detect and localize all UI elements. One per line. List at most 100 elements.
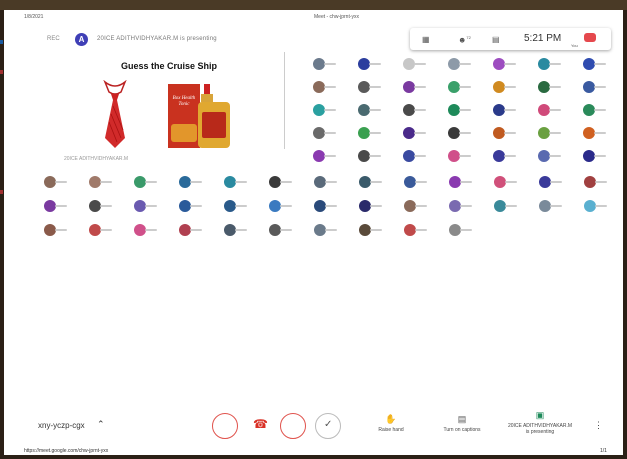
participant-tile[interactable]: [538, 104, 564, 118]
present-button[interactable]: ▣ 20ICE ADITHVIDHYAKAR.M is presenting: [500, 410, 580, 435]
participant-tile[interactable]: [314, 200, 340, 214]
participant-tile[interactable]: [179, 224, 205, 238]
grid-layout-icon[interactable]: ▦: [422, 35, 430, 44]
participant-tile[interactable]: [179, 176, 205, 190]
participant-tile[interactable]: [583, 127, 609, 141]
participant-tile[interactable]: [539, 200, 565, 214]
participant-tile[interactable]: [134, 176, 160, 190]
participant-tile[interactable]: [224, 224, 250, 238]
participant-name-bar: [459, 132, 471, 134]
participant-name-bar: [235, 181, 247, 183]
participant-tile[interactable]: [538, 150, 564, 164]
participant-tile[interactable]: [134, 200, 160, 214]
participant-tile[interactable]: [134, 224, 160, 238]
product-box-label: Box Health Tonic: [172, 96, 196, 107]
people-icon[interactable]: ☻72: [458, 35, 471, 45]
participant-tile[interactable]: [224, 176, 250, 190]
participant-tile[interactable]: [269, 176, 295, 190]
participant-tile[interactable]: [449, 200, 475, 214]
participant-tile[interactable]: [314, 176, 340, 190]
reaction-icon[interactable]: [584, 33, 596, 42]
participant-tile[interactable]: [493, 58, 519, 72]
bottle-cap: [204, 84, 210, 94]
participant-name-bar: [549, 109, 561, 111]
participant-name-bar: [595, 205, 607, 207]
participant-tile[interactable]: [404, 200, 430, 214]
participant-tile[interactable]: [313, 81, 339, 95]
participant-name-bar: [460, 229, 472, 231]
participant-tile[interactable]: [89, 200, 115, 214]
participant-tile[interactable]: [403, 150, 429, 164]
participant-tile[interactable]: [44, 224, 70, 238]
more-options-icon[interactable]: ⋮: [594, 420, 603, 431]
participant-tile[interactable]: [448, 150, 474, 164]
participant-tile[interactable]: [358, 81, 384, 95]
participant-tile[interactable]: [538, 127, 564, 141]
participant-name-bar: [460, 181, 472, 183]
participant-tile[interactable]: [494, 200, 520, 214]
end-call-button[interactable]: ☎: [246, 413, 272, 439]
participant-tile[interactable]: [224, 200, 250, 214]
participant-tile[interactable]: [493, 150, 519, 164]
participant-tile[interactable]: [448, 104, 474, 118]
participant-tile[interactable]: [89, 224, 115, 238]
participant-tile[interactable]: [403, 58, 429, 72]
participant-tile[interactable]: [448, 81, 474, 95]
participant-tile[interactable]: [359, 224, 385, 238]
participant-tile[interactable]: [358, 104, 384, 118]
participant-tile[interactable]: [449, 224, 475, 238]
check-button[interactable]: ✓: [315, 413, 341, 439]
meeting-top-bar: ▦ ☻72 ▤ 5:21 PM You: [410, 28, 611, 50]
participant-tile[interactable]: [583, 150, 609, 164]
participant-tile[interactable]: [493, 81, 519, 95]
participant-tile[interactable]: [404, 224, 430, 238]
participant-tile[interactable]: [44, 176, 70, 190]
participant-tile[interactable]: [583, 58, 609, 72]
presenting-banner: 20ICE ADITHVIDHYAKAR.M is presenting: [97, 36, 217, 42]
participant-name-bar: [504, 155, 516, 157]
participant-tile[interactable]: [359, 176, 385, 190]
participant-tile[interactable]: [538, 58, 564, 72]
participant-tile[interactable]: [448, 127, 474, 141]
participant-tile[interactable]: [448, 58, 474, 72]
participant-tile[interactable]: [313, 127, 339, 141]
participant-tile[interactable]: [358, 127, 384, 141]
participant-tile[interactable]: [493, 104, 519, 118]
participant-tile[interactable]: [538, 81, 564, 95]
participant-tile[interactable]: [403, 104, 429, 118]
participant-tile[interactable]: [583, 104, 609, 118]
chevron-up-icon[interactable]: ⌃: [97, 419, 105, 430]
participant-tile[interactable]: [179, 200, 205, 214]
participant-tile[interactable]: [493, 127, 519, 141]
participant-tile[interactable]: [89, 176, 115, 190]
camera-button[interactable]: [280, 413, 306, 439]
participant-tile[interactable]: [44, 200, 70, 214]
participant-tile[interactable]: [584, 200, 610, 214]
participant-tile[interactable]: [359, 200, 385, 214]
participant-tile[interactable]: [313, 58, 339, 72]
captions-label: Turn on captions: [443, 427, 481, 433]
participant-tile[interactable]: [494, 176, 520, 190]
you-label: You: [571, 43, 578, 48]
mic-button[interactable]: [212, 413, 238, 439]
participant-tile[interactable]: [403, 81, 429, 95]
participant-name-bar: [100, 205, 112, 207]
participant-tile[interactable]: [403, 127, 429, 141]
raise-hand-button[interactable]: ✋ Raise hand: [367, 414, 415, 433]
participant-tile[interactable]: [269, 200, 295, 214]
participant-tile[interactable]: [358, 58, 384, 72]
chat-icon[interactable]: ▤: [492, 35, 500, 44]
participant-tile[interactable]: [449, 176, 475, 190]
participant-tile[interactable]: [314, 224, 340, 238]
participant-tile[interactable]: [584, 176, 610, 190]
participant-name-bar: [370, 181, 382, 183]
captions-button[interactable]: ▤ Turn on captions: [432, 414, 492, 433]
participant-tile[interactable]: [539, 176, 565, 190]
participant-tile[interactable]: [313, 104, 339, 118]
participant-tile[interactable]: [269, 224, 295, 238]
participant-tile[interactable]: [404, 176, 430, 190]
meeting-code[interactable]: xny-yczp-cgx: [38, 421, 85, 430]
participant-tile[interactable]: [313, 150, 339, 164]
participant-tile[interactable]: [583, 81, 609, 95]
participant-tile[interactable]: [358, 150, 384, 164]
